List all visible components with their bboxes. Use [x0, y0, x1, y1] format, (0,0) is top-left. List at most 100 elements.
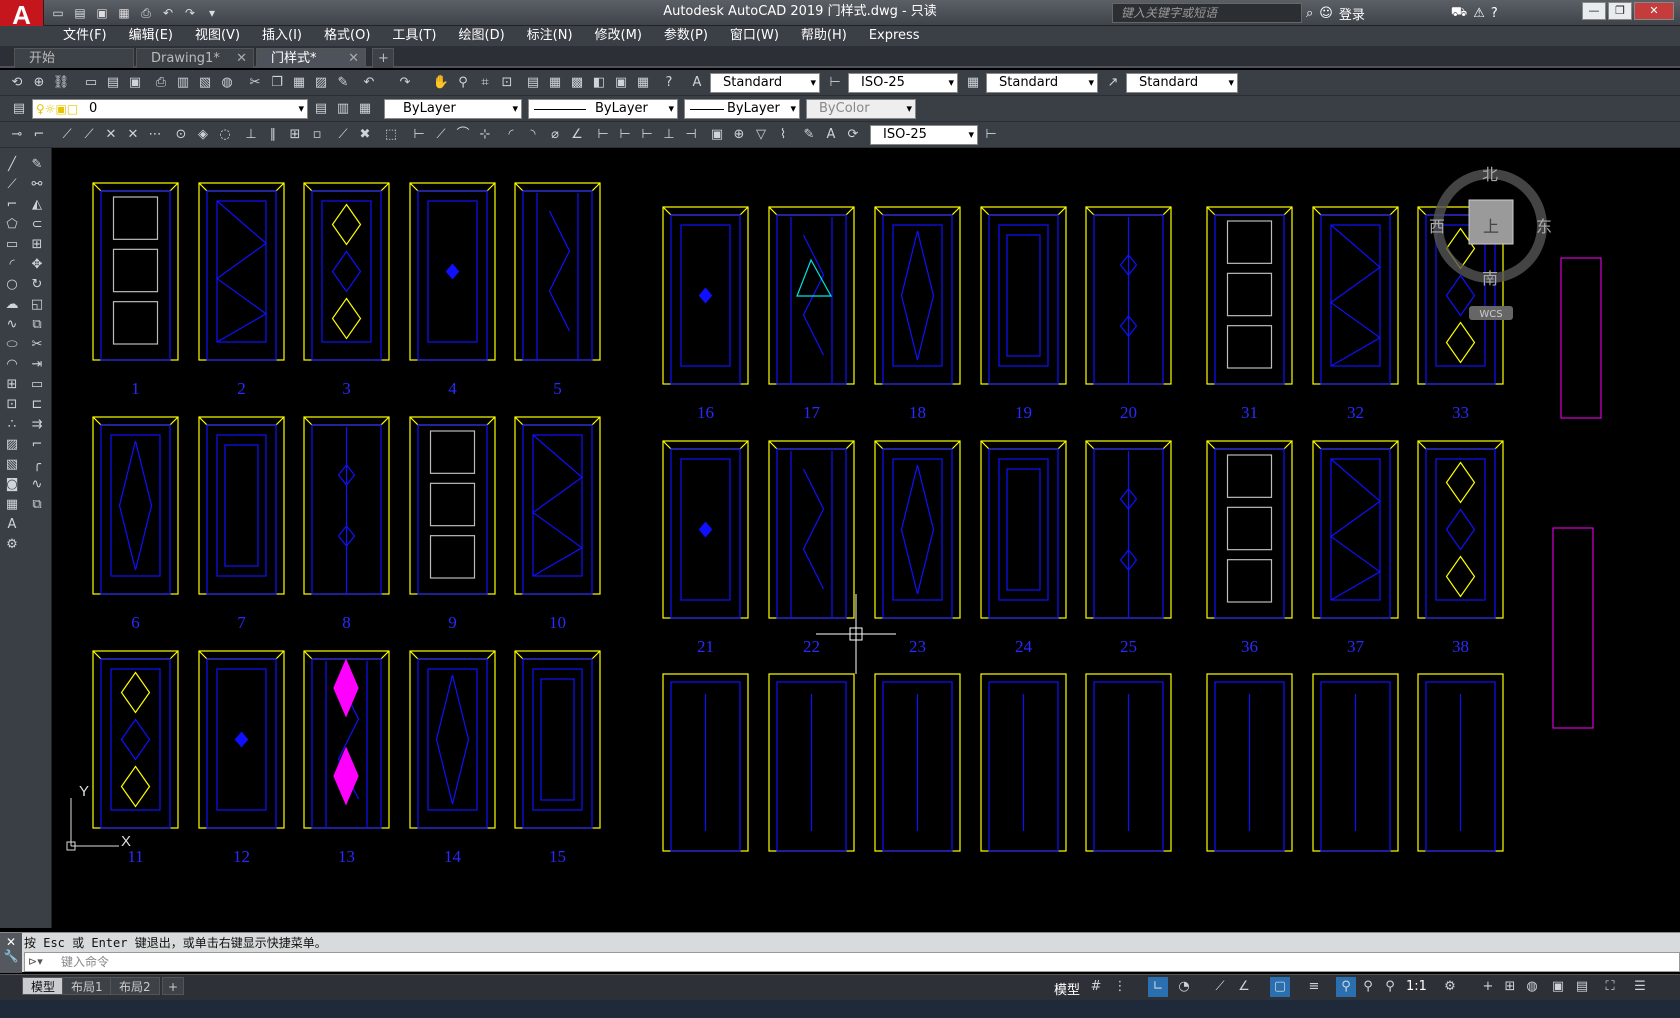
cut-icon[interactable]: ✂: [246, 74, 264, 92]
door-drawing[interactable]: [662, 673, 749, 852]
dim-baseline-icon[interactable]: ⊢: [616, 126, 634, 144]
close-icon[interactable]: ✕: [236, 49, 247, 69]
dim-update-icon[interactable]: ⟳: [844, 126, 862, 144]
zoom-icon[interactable]: ⊕: [30, 74, 48, 92]
plot-icon[interactable]: ⎙: [152, 74, 170, 92]
viewcube-top[interactable]: 上: [1483, 217, 1499, 236]
dim-diameter-icon[interactable]: ⌀: [546, 126, 564, 144]
lineweight-icon[interactable]: ≡: [1304, 977, 1324, 997]
door-drawing[interactable]: [1206, 206, 1293, 385]
command-input[interactable]: 键入命令: [24, 952, 1680, 972]
publish-icon[interactable]: ▧: [196, 74, 214, 92]
stretch-icon[interactable]: ⧉: [28, 316, 46, 334]
construction-line-icon[interactable]: ⟋: [3, 176, 21, 194]
door-drawing[interactable]: [198, 650, 285, 829]
drawing-canvas[interactable]: 1 2 3 4 5 6 7 8 9 10 11 12 13 14 15 16 17 18 19 20 31 32 33 21 2…: [53, 148, 1680, 928]
minimize-button[interactable]: —: [1582, 2, 1606, 20]
copy-object-icon[interactable]: ⚯: [28, 176, 46, 194]
menu-dimension[interactable]: 标注(N): [516, 26, 584, 46]
break-point-icon[interactable]: ▭: [28, 376, 46, 394]
login-area[interactable]: ⌕ ☺ 登录 ⛟ ⚠ ?: [1306, 3, 1498, 23]
make-block-icon[interactable]: ⊡: [3, 396, 21, 414]
tolerance-icon[interactable]: ▣: [708, 126, 726, 144]
door-drawing[interactable]: [1312, 440, 1399, 619]
auto-scale-icon[interactable]: ⚲: [1358, 977, 1378, 997]
point-icon[interactable]: ∴: [3, 416, 21, 434]
door-drawing[interactable]: [409, 182, 496, 361]
mtext-icon[interactable]: A: [3, 516, 21, 534]
circle-icon[interactable]: ○: [3, 276, 21, 294]
markup-icon[interactable]: ▣: [612, 74, 630, 92]
preview-icon[interactable]: ▥: [174, 74, 192, 92]
save-as-icon[interactable]: ▦: [114, 3, 134, 23]
snap-apparent-icon[interactable]: ✕: [124, 126, 142, 144]
door-drawing[interactable]: [662, 206, 749, 385]
mleader-style-select[interactable]: Standard: [1126, 73, 1238, 93]
viewcube-south[interactable]: 南: [1482, 269, 1498, 288]
osnap-icon[interactable]: ▢: [1270, 977, 1290, 997]
menu-window[interactable]: 窗口(W): [719, 26, 790, 46]
polygon-icon[interactable]: ⬠: [3, 216, 21, 234]
viewcube-north[interactable]: 北: [1482, 165, 1498, 184]
snap-from-icon[interactable]: ⌐: [30, 126, 48, 144]
snap-node-icon[interactable]: ▫: [308, 126, 326, 144]
binoculars-icon[interactable]: ⌕: [1306, 6, 1313, 21]
door-drawing[interactable]: [662, 440, 749, 619]
model-space-button[interactable]: 模型: [1054, 979, 1080, 998]
grid-icon[interactable]: #: [1086, 977, 1106, 997]
annotation-visibility-icon[interactable]: ⚲: [1336, 977, 1356, 997]
polar-icon[interactable]: ◔: [1174, 977, 1194, 997]
line-icon[interactable]: ╱: [3, 156, 21, 174]
tab-door-styles[interactable]: 门样式* ✕: [256, 48, 366, 68]
close-icon[interactable]: ✕: [0, 935, 22, 949]
open-icon[interactable]: ▤: [104, 74, 122, 92]
drawing-svg[interactable]: 1 2 3 4 56 7 8 9 1011 12 13 14 1516 17 18 19 20 31 32 3321 2…: [53, 148, 1680, 928]
door-drawing[interactable]: [1085, 440, 1172, 619]
door-drawing[interactable]: [514, 416, 601, 595]
snap-midpoint-icon[interactable]: ⟋: [80, 126, 98, 144]
snap-perpendicular-icon[interactable]: ⊥: [242, 126, 260, 144]
jogged-linear-icon[interactable]: ⌇: [774, 126, 792, 144]
web-icon[interactable]: ◍: [218, 74, 236, 92]
save-icon[interactable]: ▣: [92, 3, 112, 23]
text-style-icon[interactable]: A: [688, 74, 706, 92]
door-drawing[interactable]: [303, 416, 390, 595]
snap-icon[interactable]: ⋮: [1110, 977, 1130, 997]
menu-edit[interactable]: 编辑(E): [118, 26, 184, 46]
mleader-style-icon[interactable]: ↗: [1104, 74, 1122, 92]
color-select[interactable]: ByLayer: [384, 99, 522, 119]
scale-icon[interactable]: ◱: [28, 296, 46, 314]
revcloud-icon[interactable]: ☁: [3, 296, 21, 314]
open-icon[interactable]: ▤: [70, 3, 90, 23]
command-window-handle[interactable]: ✕ 🔧: [0, 933, 22, 973]
app-store-icon[interactable]: ⚠: [1473, 6, 1485, 21]
join-icon[interactable]: ⇉: [28, 416, 46, 434]
door-drawing[interactable]: [980, 673, 1067, 852]
arc-icon[interactable]: ◜: [3, 256, 21, 274]
redo-icon[interactable]: ↷: [396, 74, 414, 92]
spline-icon[interactable]: ∿: [3, 316, 21, 334]
snap-intersection-icon[interactable]: ✕: [102, 126, 120, 144]
dim-aligned-icon[interactable]: ⟋: [432, 126, 450, 144]
clean-screen-icon[interactable]: ▤: [1572, 977, 1592, 997]
menu-view[interactable]: 视图(V): [184, 26, 251, 46]
workspace-icon[interactable]: ⚙: [1440, 977, 1460, 997]
close-button[interactable]: ✕: [1634, 2, 1674, 20]
fullscreen-icon[interactable]: ⛶: [1600, 977, 1620, 997]
text-style-select[interactable]: Standard: [710, 73, 820, 93]
snap-extension-icon[interactable]: ⋯: [146, 126, 164, 144]
door-drawing[interactable]: [303, 182, 390, 361]
door-drawing[interactable]: [874, 673, 961, 852]
door-drawing[interactable]: [768, 673, 855, 852]
menu-tools[interactable]: 工具(T): [381, 26, 447, 46]
door-drawing[interactable]: [92, 416, 179, 595]
cart-icon[interactable]: ⛟: [1451, 5, 1467, 22]
viewcube-east[interactable]: 东: [1536, 217, 1552, 236]
help-icon[interactable]: ?: [660, 74, 678, 92]
door-drawing[interactable]: [409, 650, 496, 829]
paste-icon[interactable]: ▦: [290, 74, 308, 92]
login-label[interactable]: 登录: [1339, 4, 1365, 23]
snap-quadrant-icon[interactable]: ◈: [194, 126, 212, 144]
dim-text-edit-icon[interactable]: A: [822, 126, 840, 144]
door-drawing[interactable]: [1085, 673, 1172, 852]
